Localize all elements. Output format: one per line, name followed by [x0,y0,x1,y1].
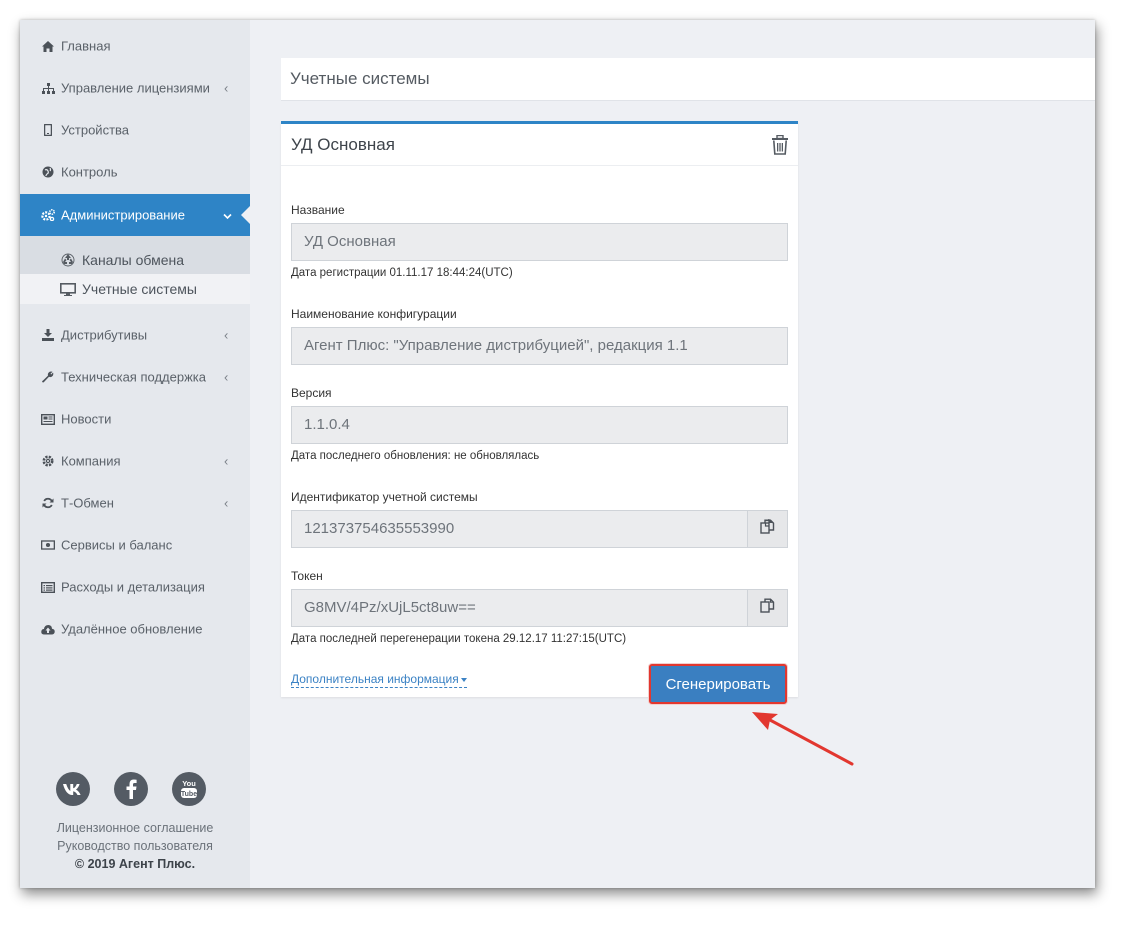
chevron-left-icon: ‹ [224,453,229,469]
copy-id-button[interactable] [747,510,788,548]
sidebar-item-support[interactable]: Техническая поддержка ‹ [20,356,250,398]
last-update-date: Дата последнего обновления: не обновляла… [291,450,540,462]
sidebar-item-licenses[interactable]: Управление лицензиями ‹ [20,67,250,109]
generate-button[interactable]: Сгенерировать [649,664,787,704]
sidebar-item-expenses[interactable]: Расходы и детализация [20,566,250,608]
newspaper-icon [41,412,55,426]
app-window: Главная Управление лицензиями ‹ Устройст… [20,20,1095,888]
svg-text:You: You [182,779,196,788]
sidebar-item-label: Сервисы и баланс [61,537,173,553]
chevron-left-icon: ‹ [224,495,229,511]
sidebar-item-services-balance[interactable]: Сервисы и баланс [20,524,250,566]
more-info-label: Дополнительная информация [291,672,459,686]
license-agreement-link[interactable]: Лицензионное соглашение [20,819,250,837]
gear-icon [41,454,55,468]
sidebar-item-label: Контроль [61,164,118,180]
version-field[interactable]: 1.1.0.4 [291,406,788,444]
system-id-label: Идентификатор учетной системы [291,490,478,504]
sidebar-item-home[interactable]: Главная [20,25,250,67]
copy-token-button[interactable] [747,589,788,627]
token-field[interactable]: G8MV/4Pz/xUjL5ct8uw== [291,589,748,627]
cogs-icon [41,208,55,222]
token-regeneration-date: Дата последней перегенерации токена 29.1… [291,633,627,645]
sidebar-item-control[interactable]: Контроль [20,151,250,193]
card-header: УД Основная [281,124,798,166]
cloud-upload-icon [41,622,55,636]
sidebar-item-label: Главная [61,38,111,54]
globe-icon [41,165,55,179]
name-label: Название [291,203,345,217]
copyright-text: © 2019 Агент Плюс. [74,857,196,871]
sidebar-item-label: Т-Обмен [61,495,114,511]
annotation-arrow-icon [752,712,854,766]
list-alt-icon [41,580,55,594]
youtube-icon[interactable]: You Tube [172,772,206,806]
sidebar-item-label: Компания [61,453,121,469]
sidebar-item-devices[interactable]: Устройства [20,109,250,151]
refresh-icon [41,496,55,510]
submenu-item-accounting-systems[interactable]: Учетные системы [20,274,250,304]
sidebar-item-label: Техническая поддержка [61,369,206,385]
wrench-icon [41,370,55,384]
token-label: Токен [291,569,323,583]
money-icon [41,538,55,552]
sidebar-item-administration[interactable]: Администрирование [20,194,250,236]
sitemap-icon [41,81,55,95]
sidebar-item-label: Дистрибутивы [61,327,148,343]
chevron-left-icon: ‹ [224,369,229,385]
chevron-down-icon [223,208,232,223]
sidebar-item-label: Новости [61,411,112,427]
sidebar-item-remote-update[interactable]: Удалённое обновление [20,608,250,650]
sidebar: Главная Управление лицензиями ‹ Устройст… [20,20,250,888]
sidebar-item-label: Устройства [61,122,130,138]
svg-text:Tube: Tube [181,791,197,798]
trash-icon[interactable] [771,134,789,155]
submenu-item-exchange-channels[interactable]: Каналы обмена [20,245,250,275]
sidebar-item-t-exchange[interactable]: Т-Обмен ‹ [20,482,250,524]
sidebar-item-label: Управление лицензиями [61,80,210,96]
download-icon [41,328,55,342]
name-field[interactable]: УД Основная [291,223,788,261]
registration-date: Дата регистрации 01.11.17 18:44:24(UTC) [291,267,513,279]
copy-icon [760,598,775,618]
submenu-item-label: Учетные системы [82,281,197,297]
user-manual-link[interactable]: Руководство пользователя [20,837,250,855]
page-title: Учетные системы [290,69,430,88]
facebook-icon[interactable] [114,772,148,806]
sidebar-item-label: Администрирование [61,207,185,223]
chevron-left-icon: ‹ [224,327,229,343]
sidebar-footer: Лицензионное соглашение Руководство поль… [20,819,250,873]
caret-down-icon [460,677,467,682]
more-info-link[interactable]: Дополнительная информация [291,672,467,688]
sidebar-item-company[interactable]: Компания ‹ [20,440,250,482]
home-icon [41,39,55,53]
copy-icon [760,518,775,539]
accounting-system-card: УД Основная Название УД Основная Дата ре… [281,121,798,704]
social-links: You Tube [56,772,216,808]
sidebar-item-label: Расходы и детализация [61,579,205,595]
chevron-left-icon: ‹ [224,80,229,96]
sidebar-item-news[interactable]: Новости [20,398,250,440]
system-id-field[interactable]: 121373754635553990 [291,510,748,548]
submenu-item-label: Каналы обмена [82,252,185,268]
sidebar-item-label: Удалённое обновление [61,621,203,637]
vk-icon[interactable] [56,772,90,806]
configuration-label: Наименование конфигурации [291,307,457,321]
configuration-field[interactable]: Агент Плюс: "Управление дистрибуцией", р… [291,327,788,365]
mobile-icon [41,123,55,137]
card-title: УД Основная [291,134,395,154]
version-label: Версия [291,386,332,400]
recycle-icon [60,252,76,268]
page-header: Учетные системы [281,58,1095,101]
sidebar-item-distributions[interactable]: Дистрибутивы ‹ [20,314,250,356]
administration-submenu: Каналы обмена Учетные системы [20,236,250,304]
desktop-icon [60,281,76,297]
